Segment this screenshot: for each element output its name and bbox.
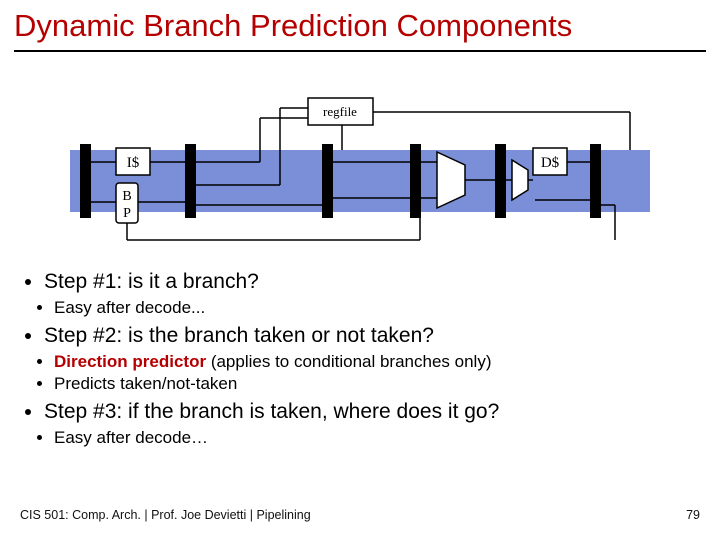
latch-1 bbox=[80, 144, 91, 218]
bp-label-b: B bbox=[122, 189, 131, 204]
regfile-label: regfile bbox=[323, 104, 357, 119]
icache-label: I$ bbox=[127, 155, 140, 171]
step-2-sub: Direction predictor (applies to conditio… bbox=[20, 352, 700, 394]
slide-title: Dynamic Branch Prediction Components bbox=[14, 8, 706, 52]
latch-3 bbox=[322, 144, 333, 218]
step-1-sub: Easy after decode... bbox=[20, 298, 700, 318]
bp-label-p: P bbox=[123, 206, 131, 221]
step-2b: Predicts taken/not-taken bbox=[54, 374, 700, 394]
step-3-sub: Easy after decode… bbox=[20, 428, 700, 448]
bullet-list-2: Step #2: is the branch taken or not take… bbox=[20, 324, 700, 348]
bullet-list: Step #1: is it a branch? bbox=[20, 270, 700, 294]
pipeline-diagram: regfile I$ B P D$ bbox=[70, 90, 650, 250]
direction-predictor-emph: Direction predictor bbox=[54, 352, 206, 371]
dcache-label: D$ bbox=[541, 155, 560, 171]
slide: Dynamic Branch Prediction Components reg… bbox=[0, 0, 720, 540]
step-2a-rest: (applies to conditional branches only) bbox=[206, 352, 491, 371]
step-2a: Direction predictor (applies to conditio… bbox=[54, 352, 700, 372]
bullet-list-3: Step #3: if the branch is taken, where d… bbox=[20, 400, 700, 424]
latch-5 bbox=[495, 144, 506, 218]
step-2: Step #2: is the branch taken or not take… bbox=[44, 324, 700, 348]
content-body: Step #1: is it a branch? Easy after deco… bbox=[20, 270, 700, 454]
step-1a: Easy after decode... bbox=[54, 298, 700, 318]
slide-number: 79 bbox=[686, 508, 700, 522]
pipeline-svg: regfile I$ B P D$ bbox=[70, 90, 650, 250]
step-1: Step #1: is it a branch? bbox=[44, 270, 700, 294]
footer-left: CIS 501: Comp. Arch. | Prof. Joe Deviett… bbox=[20, 508, 311, 522]
step-3a: Easy after decode… bbox=[54, 428, 700, 448]
latch-2 bbox=[185, 144, 196, 218]
latch-6 bbox=[590, 144, 601, 218]
latch-4 bbox=[410, 144, 421, 218]
step-3: Step #3: if the branch is taken, where d… bbox=[44, 400, 700, 424]
